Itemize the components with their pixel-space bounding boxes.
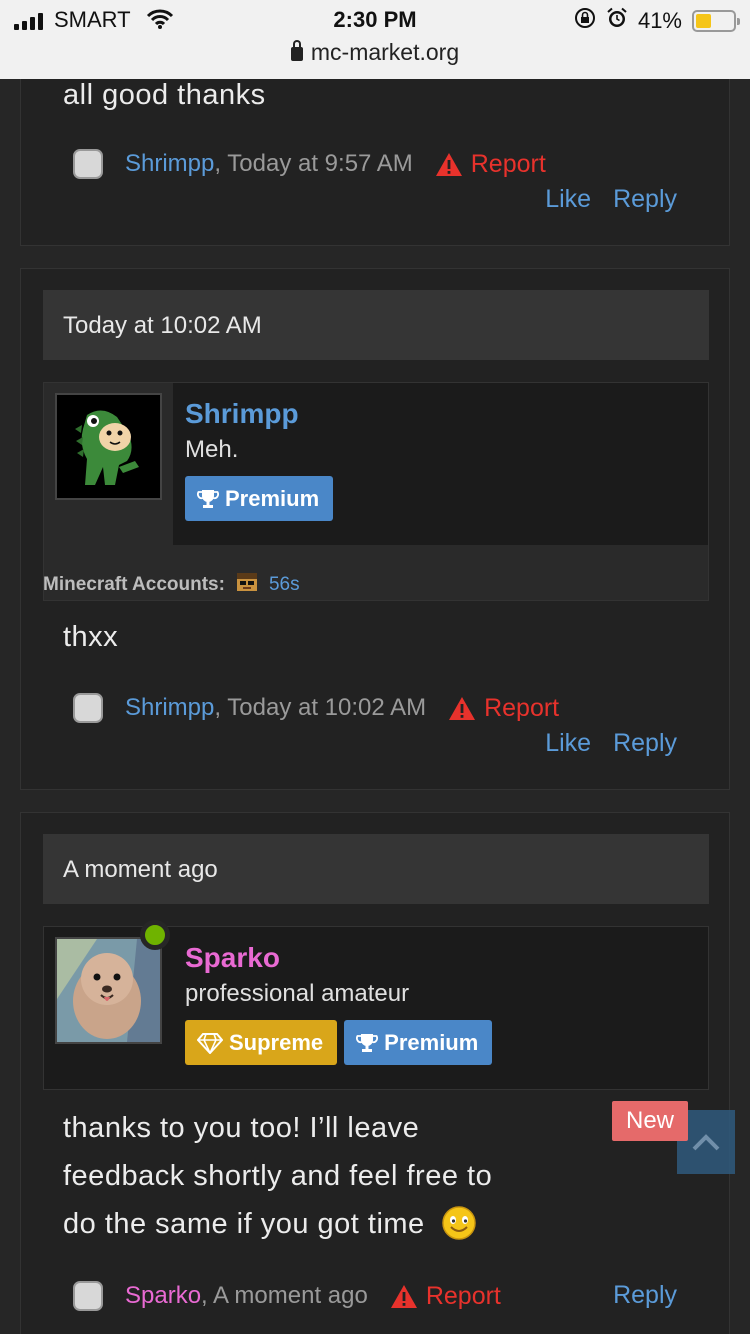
like-button[interactable]: Like (545, 729, 591, 758)
url-text: mc-market.org (310, 39, 460, 65)
orientation-lock-icon (574, 7, 596, 35)
post-message: thxx (63, 621, 119, 653)
reply-button[interactable]: Reply (613, 185, 677, 214)
battery-percent: 41% (637, 8, 682, 33)
chevron-up-icon (692, 1134, 720, 1151)
user-title: professional amateur (185, 980, 410, 1007)
warning-icon (435, 152, 462, 176)
url-bar[interactable]: mc-market.org (0, 39, 750, 66)
avatar[interactable] (55, 937, 162, 1044)
browser-top-bar: SMART 2:30 PM 41% mc-market.org (0, 0, 750, 79)
post-meta: Sparko , A moment ago Report (73, 1281, 501, 1311)
online-status-indicator (140, 920, 170, 950)
avatar[interactable] (55, 393, 162, 500)
lock-icon (290, 40, 303, 61)
smiley-emoji-icon (441, 1205, 477, 1256)
post: A moment ago Sparko professional amateur (20, 812, 730, 1334)
warning-icon (390, 1284, 417, 1308)
post-date: Today at 10:02 AM (43, 290, 709, 360)
post-date: A moment ago (43, 834, 709, 904)
post-actions: Like Reply (545, 729, 677, 758)
username[interactable]: Shrimpp (185, 398, 299, 430)
reply-button[interactable]: Reply (613, 729, 677, 758)
premium-badge: Premium (344, 1020, 493, 1065)
post: all good thanks Shrimpp , Today at 9:57 … (20, 60, 730, 246)
report-button[interactable]: Report (390, 1282, 501, 1311)
warning-icon (449, 696, 476, 720)
user-badges: Premium (185, 476, 334, 521)
post-actions: Like Reply (545, 185, 677, 214)
post-timestamp: , Today at 9:57 AM (214, 150, 413, 177)
diamond-icon (197, 1032, 223, 1054)
post-timestamp: , Today at 10:02 AM (214, 694, 427, 721)
user-title: Meh. (185, 436, 239, 463)
minecraft-head-icon (235, 571, 259, 599)
post-actions: Reply (613, 1281, 677, 1310)
post-timestamp: , A moment ago (201, 1282, 368, 1309)
author-link[interactable]: Shrimpp (125, 694, 214, 722)
minecraft-account-link[interactable]: 56s (269, 574, 300, 596)
post: Today at 10:02 AM Shrimpp Meh. Premium M… (20, 268, 730, 790)
report-button[interactable]: Report (448, 694, 559, 723)
like-button[interactable]: Like (545, 185, 591, 214)
post-meta: Shrimpp , Today at 9:57 AM Report (73, 149, 546, 179)
alarm-icon (606, 7, 628, 35)
select-checkbox[interactable] (73, 149, 103, 179)
user-info-box: Shrimpp Meh. Premium (43, 382, 709, 601)
trophy-icon (197, 489, 219, 508)
new-post-badge: New (612, 1101, 688, 1141)
minecraft-accounts: Minecraft Accounts: 56s (43, 571, 300, 599)
user-info-box: Sparko professional amateur Supreme Prem… (43, 920, 709, 1090)
trophy-icon (356, 1033, 379, 1052)
report-button[interactable]: Report (435, 150, 546, 179)
author-link[interactable]: Shrimpp (125, 150, 214, 178)
username[interactable]: Sparko (185, 942, 280, 974)
author-link[interactable]: Sparko (125, 1282, 201, 1310)
reply-button[interactable]: Reply (613, 1281, 677, 1310)
select-checkbox[interactable] (73, 1281, 103, 1311)
supreme-badge: Supreme (185, 1020, 338, 1065)
post-meta: Shrimpp , Today at 10:02 AM Report (73, 693, 559, 723)
battery-icon (692, 10, 740, 32)
status-bar: SMART 2:30 PM 41% (0, 6, 750, 36)
select-checkbox[interactable] (73, 693, 103, 723)
user-badges: Supreme Premium (185, 1020, 493, 1065)
post-message: thanks to you too! I’ll leave feedback s… (63, 1104, 492, 1256)
premium-badge: Premium (185, 476, 334, 521)
